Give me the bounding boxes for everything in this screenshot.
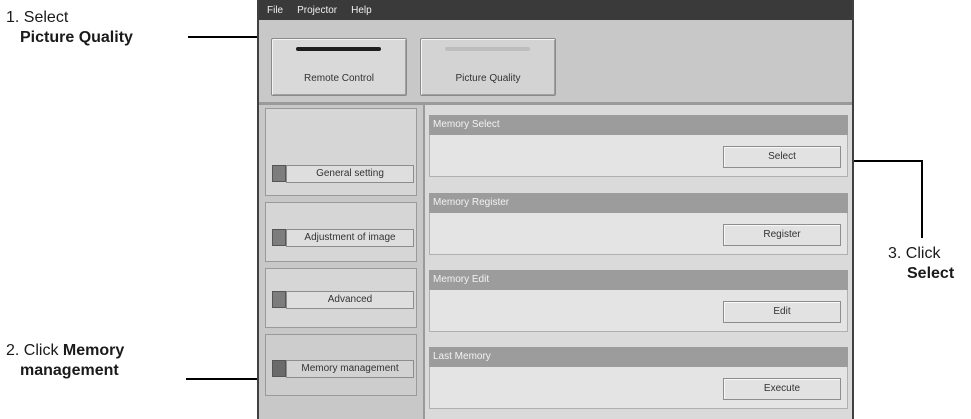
sidebar: General setting Adjustment of image Adva… — [259, 105, 425, 419]
register-button[interactable]: Register — [723, 224, 841, 246]
callout-step3: 3. Click Select — [888, 244, 954, 284]
section-memory-edit: Memory Edit Edit — [429, 270, 848, 332]
execute-button[interactable]: Execute — [723, 378, 841, 400]
callout-step2-emphasis2: management — [20, 362, 119, 379]
picture-quality-button[interactable]: Picture Quality — [420, 38, 556, 96]
callout-step1-number: 1. Select — [6, 9, 69, 26]
callout-step3-line-v — [921, 160, 923, 238]
callout-step2: 2. Click Memory management — [6, 341, 124, 381]
menu-file[interactable]: File — [265, 5, 285, 16]
memory-indicator — [272, 360, 286, 377]
section-title: Memory Edit — [429, 270, 848, 290]
menu-bar: File Projector Help — [259, 0, 852, 20]
callout-step1-emphasis: Picture Quality — [20, 29, 133, 46]
remote-control-button[interactable]: Remote Control — [271, 38, 407, 96]
sidebar-item-general-setting[interactable]: General setting — [286, 165, 414, 183]
sidebar-item-advanced[interactable]: Advanced — [286, 291, 414, 309]
general-indicator — [272, 165, 286, 182]
edit-button[interactable]: Edit — [723, 301, 841, 323]
select-button[interactable]: Select — [723, 146, 841, 168]
remote-control-label: Remote Control — [303, 73, 375, 84]
menu-help[interactable]: Help — [349, 5, 374, 16]
adjustment-indicator — [272, 229, 286, 246]
section-title: Memory Register — [429, 193, 848, 213]
sidebar-card-memory: Memory management — [265, 334, 417, 396]
toolbar: Remote Control Picture Quality — [259, 20, 852, 105]
sidebar-item-memory-management[interactable]: Memory management — [286, 360, 414, 378]
sidebar-item-adjustment-of-image[interactable]: Adjustment of image — [286, 229, 414, 247]
section-memory-register: Memory Register Register — [429, 193, 848, 255]
main-panel: Memory Select Select Memory Register Reg… — [425, 105, 852, 419]
callout-step1: 1. Select Picture Quality — [6, 8, 133, 48]
section-body: Register — [429, 213, 848, 255]
picture-quality-indicator — [445, 47, 530, 51]
sidebar-card-general: General setting — [265, 108, 417, 196]
callout-step3-line-h — [842, 160, 922, 162]
section-body: Execute — [429, 367, 848, 409]
callout-step2-number: 2. Click — [6, 342, 59, 359]
section-last-memory: Last Memory Execute — [429, 347, 848, 409]
section-body: Edit — [429, 290, 848, 332]
sidebar-card-advanced: Advanced — [265, 268, 417, 328]
section-body: Select — [429, 135, 848, 177]
remote-control-indicator — [296, 47, 381, 51]
callout-step3-number: 3. Click — [888, 245, 941, 262]
callout-step3-emphasis: Select — [907, 265, 955, 282]
section-title: Memory Select — [429, 115, 848, 135]
section-memory-select: Memory Select Select — [429, 115, 848, 177]
callout-step2-emphasis: Memory — [62, 342, 125, 359]
advanced-indicator — [272, 291, 286, 308]
picture-quality-label: Picture Quality — [455, 73, 521, 84]
app-window: File Projector Help Remote Control Pictu… — [257, 0, 854, 419]
section-title: Last Memory — [429, 347, 848, 367]
sidebar-card-adjustment: Adjustment of image — [265, 202, 417, 262]
menu-projector[interactable]: Projector — [295, 5, 339, 16]
